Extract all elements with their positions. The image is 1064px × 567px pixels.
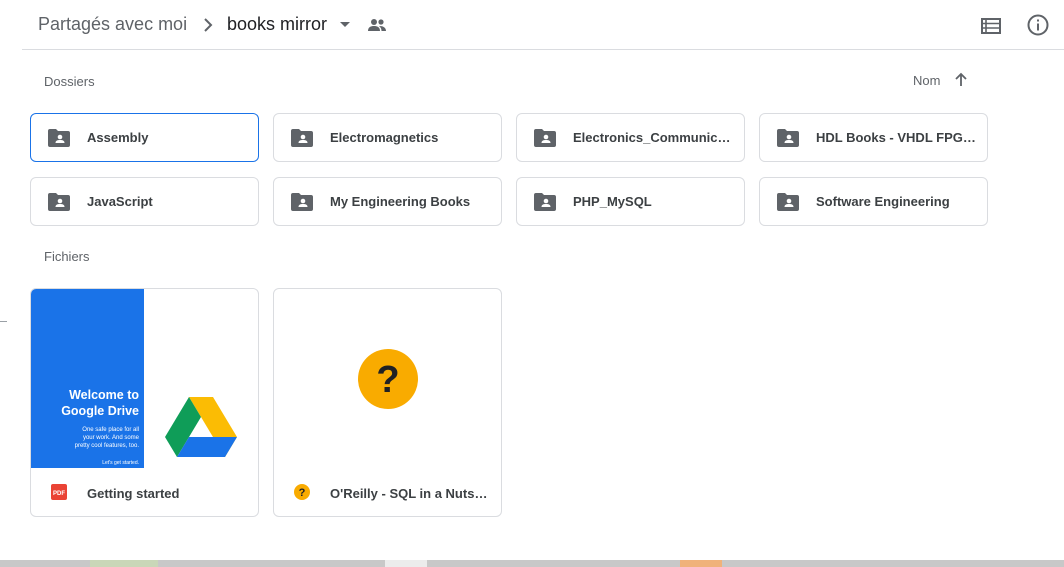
folder-name: Assembly	[87, 130, 149, 145]
breadcrumb-current-folder[interactable]: books mirror	[227, 14, 327, 35]
folder-card[interactable]: Electromagnetics	[273, 113, 502, 162]
folder-card[interactable]: Assembly	[30, 113, 259, 162]
file-thumbnail: ?	[274, 289, 501, 468]
folder-name: Software Engineering	[816, 194, 950, 209]
info-icon[interactable]	[1026, 13, 1050, 37]
pdf-icon-label: PDF	[53, 491, 65, 497]
folder-name: My Engineering Books	[330, 194, 471, 209]
strip-segment	[680, 560, 722, 567]
shared-folder-icon	[48, 129, 70, 147]
bottom-scroll-strip	[0, 560, 1064, 567]
folder-name: PHP_MySQL	[573, 194, 652, 209]
arrow-up-icon[interactable]	[953, 72, 969, 88]
file-name: Getting started	[87, 486, 180, 501]
file-card[interactable]: ? ? O'Reilly - SQL in a Nutshel...	[273, 288, 502, 517]
breadcrumb-root[interactable]: Partagés avec moi	[38, 14, 187, 35]
shared-folder-icon	[534, 193, 556, 211]
folder-name: Electronics_Communicati...	[573, 130, 733, 145]
list-view-icon[interactable]	[979, 14, 1003, 38]
folder-card[interactable]: Software Engineering	[759, 177, 988, 226]
people-icon	[368, 19, 386, 31]
thumbnail-glyph: ?	[376, 359, 399, 401]
divider	[0, 321, 7, 322]
file-thumbnail: Welcome to Google Drive One safe place f…	[31, 289, 258, 468]
folder-card[interactable]: HDL Books - VHDL FPGA ...	[759, 113, 988, 162]
sort-label[interactable]: Nom	[913, 73, 940, 88]
file-name: O'Reilly - SQL in a Nutshel...	[330, 486, 490, 501]
thumbnail-cta: Let's get started.	[102, 460, 139, 466]
type-glyph: ?	[299, 487, 306, 499]
folder-card[interactable]: My Engineering Books	[273, 177, 502, 226]
unknown-file-icon: ?	[294, 484, 310, 500]
files-section-label: Fichiers	[44, 249, 90, 264]
thumbnail-subtitle: One safe place for all your work. And so…	[74, 427, 139, 449]
thumbnail-panel: Welcome to Google Drive One safe place f…	[31, 289, 144, 468]
strip-segment	[90, 560, 158, 567]
shared-folder-icon	[48, 193, 70, 211]
google-drive-logo	[165, 397, 237, 457]
shared-folder-icon	[291, 193, 313, 211]
caret-down-icon[interactable]	[338, 20, 352, 30]
shared-folder-icon	[291, 129, 313, 147]
folder-name: JavaScript	[87, 194, 153, 209]
folder-card[interactable]: Electronics_Communicati...	[516, 113, 745, 162]
shared-folder-icon	[777, 193, 799, 211]
chevron-right-icon	[204, 18, 213, 32]
file-card[interactable]: Welcome to Google Drive One safe place f…	[30, 288, 259, 517]
folder-name: Electromagnetics	[330, 130, 439, 145]
folder-card[interactable]: PHP_MySQL	[516, 177, 745, 226]
top-bar: Partagés avec moi books mirror	[22, 0, 1064, 50]
thumbnail-title: Welcome to Google Drive	[61, 388, 139, 418]
folder-name: HDL Books - VHDL FPGA ...	[816, 130, 976, 145]
folder-card[interactable]: JavaScript	[30, 177, 259, 226]
pdf-icon: PDF	[51, 484, 67, 500]
strip-segment	[385, 560, 427, 567]
shared-folder-icon	[534, 129, 556, 147]
unknown-file-icon: ?	[358, 349, 418, 409]
folders-section-label: Dossiers	[44, 74, 95, 89]
shared-folder-icon	[777, 129, 799, 147]
